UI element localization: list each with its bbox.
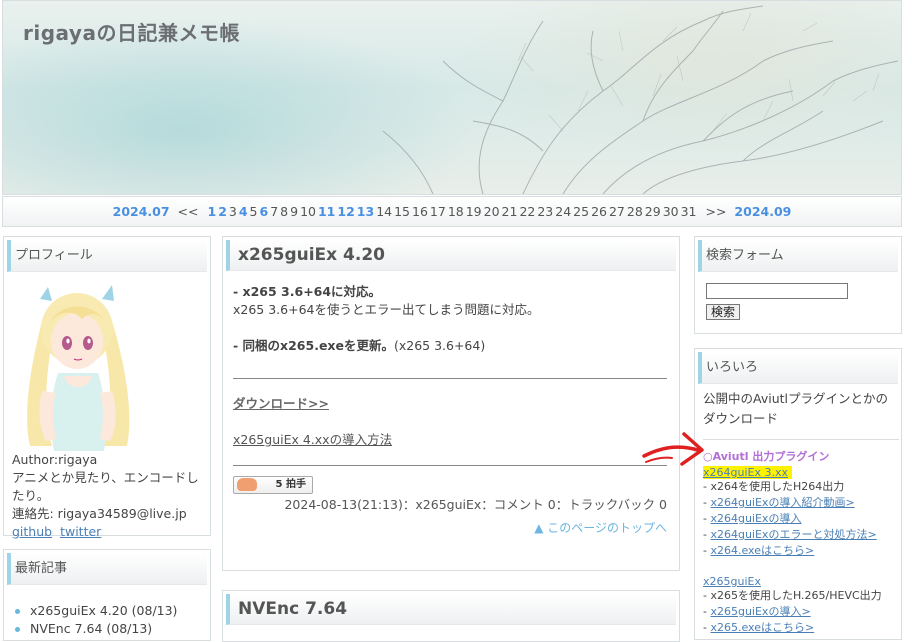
- calendar-day-18: 18: [447, 204, 464, 219]
- calendar-day-9: 9: [290, 204, 299, 219]
- list-item: - x264.exeはこちら>: [703, 544, 815, 557]
- search-title: 検索フォーム: [698, 240, 898, 272]
- calendar-day-6[interactable]: 6: [260, 204, 269, 219]
- x264-item-link[interactable]: x264guiExの導入: [710, 512, 801, 525]
- x264-item-link[interactable]: x264guiExのエラーと対処方法>: [710, 528, 876, 541]
- calendar-next-arrow: >>: [705, 204, 727, 219]
- calendar-day-27: 27: [608, 204, 625, 219]
- latest-title: 最新記事: [7, 553, 207, 585]
- calendar-day-17: 17: [429, 204, 446, 219]
- calendar-day-1[interactable]: 1: [207, 204, 216, 219]
- list-item: - x264guiExの導入紹介動画>: [703, 496, 855, 509]
- clap-count: 5: [275, 478, 283, 490]
- list-item: x265guiEx 4.20 (08/13): [12, 602, 177, 620]
- calendar-day-21: 21: [501, 204, 518, 219]
- calendar-day-8: 8: [280, 204, 289, 219]
- twitter-link[interactable]: twitter: [60, 524, 101, 539]
- calendar-day-10: 10: [300, 204, 316, 219]
- calendar-next-month[interactable]: 2024.09: [734, 204, 791, 219]
- latest-box: 最新記事 x265guiEx 4.20 (08/13) NVEnc 7.64 (…: [3, 549, 211, 641]
- calendar-day-29: 29: [644, 204, 661, 219]
- calendar-prev-month[interactable]: 2024.07: [113, 204, 170, 219]
- x265-description: - x265を使用したH.265/HEVC出力: [703, 589, 882, 602]
- calendar-day-4[interactable]: 4: [239, 204, 248, 219]
- clap-label: 拍手: [286, 478, 306, 490]
- clap-button[interactable]: 5 拍手: [233, 475, 313, 494]
- list-item: - x265.exeはこちら>: [703, 621, 815, 634]
- iroiro-content: 公開中のAviutlプラグインとかのダウンロード ○Aviutl 出力プラグイン…: [703, 389, 899, 636]
- iroiro-title: いろいろ: [698, 352, 898, 384]
- calendar-day-16: 16: [412, 204, 428, 219]
- iroiro-section-title: ○Aviutl 出力プラグイン: [703, 450, 830, 463]
- page-top-link[interactable]: ▲ このページのトップへ: [534, 521, 667, 535]
- calendar-day-19: 19: [465, 204, 482, 219]
- calendar-day-31: 31: [680, 204, 697, 219]
- iroiro-intro: 公開中のAviutlプラグインとかのダウンロード: [703, 389, 899, 440]
- clap-hand-icon: [237, 477, 257, 491]
- latest-list: x265guiEx 4.20 (08/13) NVEnc 7.64 (08/13…: [12, 602, 177, 638]
- calendar-day-20: 20: [483, 204, 500, 219]
- guide-link[interactable]: x265guiEx 4.xxの導入方法: [233, 432, 392, 447]
- article-box: x265guiEx 4.20 - x265 3.6+64に対応。 x265 3.…: [222, 236, 680, 571]
- article-line2-body: (x265 3.6+64): [393, 338, 486, 353]
- latest-link[interactable]: x265guiEx 4.20 (08/13): [30, 603, 177, 618]
- profile-contact: 連絡先: rigaya34589@live.jp: [12, 506, 187, 521]
- red-arrow-annotation: [642, 432, 704, 466]
- x264guiex-link[interactable]: x264guiEx 3.xx: [703, 466, 792, 479]
- calendar-day-14: 14: [376, 204, 393, 219]
- calendar-day-23: 23: [537, 204, 554, 219]
- calendar-day-28: 28: [626, 204, 643, 219]
- calendar-days: 1 2 3 4 5 6 7 8 9 10 11 12 13 14 15 16 17 18 19 20 21 22 23 24 2…: [206, 204, 697, 219]
- calendar-day-22: 22: [519, 204, 536, 219]
- x265-item-list: - x265を使用したH.265/HEVC出力 - x265guiExの導入> - …: [703, 588, 899, 636]
- calendar-day-13[interactable]: 13: [357, 204, 374, 219]
- list-item: - x265guiExの導入>: [703, 605, 811, 618]
- list-item: - x264guiExの導入: [703, 512, 802, 525]
- calendar-day-26: 26: [591, 204, 607, 219]
- calendar-day-12[interactable]: 12: [337, 204, 354, 219]
- calendar-day-5: 5: [249, 204, 258, 219]
- profile-box: プロフィール Author:rigaya アニメとか見たり、エンコードしたり。 …: [3, 236, 211, 539]
- calendar-day-15: 15: [394, 204, 410, 219]
- calendar-day-3: 3: [228, 204, 237, 219]
- list-item: - x264guiExのエラーと対処方法>: [703, 528, 877, 541]
- x265guiex-link[interactable]: x265guiEx: [703, 575, 761, 588]
- x264-item-list: - x264を使用したH264出力 - x264guiExの導入紹介動画> - x2…: [703, 479, 899, 559]
- profile-avatar: [27, 285, 130, 451]
- calendar-prev-arrow: <<: [177, 204, 199, 219]
- search-input[interactable]: [706, 283, 848, 299]
- article-body: - x265 3.6+64に対応。 x265 3.6+64を使うとエラー出てしま…: [233, 283, 667, 537]
- profile-text: Author:rigaya アニメとか見たり、エンコードしたり。 連絡先: ri…: [12, 451, 210, 541]
- x264-description: - x264を使用したH264出力: [703, 480, 845, 493]
- download-link[interactable]: ダウンロード>>: [233, 396, 329, 411]
- list-item: NVEnc 7.64 (08/13): [12, 620, 177, 638]
- calendar-bar: 2024.07 << 1 2 3 4 5 6 7 8 9 10 11 12 13 14 15 16 17 18 19…: [2, 196, 902, 227]
- article-line2-bold: - 同梱のx265.exeを更新。: [233, 338, 394, 353]
- latest-link[interactable]: NVEnc 7.64 (08/13): [30, 621, 152, 636]
- calendar-day-25: 25: [573, 204, 590, 219]
- x264-item-link[interactable]: x264.exeはこちら>: [710, 544, 814, 557]
- profile-bio: アニメとか見たり、エンコードしたり。: [12, 470, 199, 503]
- iroiro-box: いろいろ 公開中のAviutlプラグインとかのダウンロード ○Aviutl 出力…: [694, 348, 902, 640]
- site-title[interactable]: rigayaの日記兼メモ帳: [23, 17, 240, 46]
- calendar-day-11[interactable]: 11: [318, 204, 335, 219]
- article-title[interactable]: x265guiEx 4.20: [226, 240, 676, 271]
- search-button[interactable]: 検索: [706, 304, 741, 320]
- site-header: rigayaの日記兼メモ帳: [2, 0, 902, 195]
- calendar-day-7: 7: [270, 204, 279, 219]
- calendar-day-2[interactable]: 2: [218, 204, 227, 219]
- profile-title: プロフィール: [7, 240, 207, 272]
- profile-author: Author:rigaya: [12, 452, 98, 467]
- article-line1-bold: - x265 3.6+64に対応。: [233, 284, 382, 299]
- article-line1-body: x265 3.6+64を使うとエラー出てしまう問題に対応。: [233, 302, 540, 317]
- calendar-day-24: 24: [555, 204, 572, 219]
- search-box: 検索フォーム 検索: [694, 236, 902, 334]
- x265-item-link[interactable]: x265guiExの導入>: [710, 605, 810, 618]
- article-meta: 2024-08-13(21:13)：x265guiEx：コメント 0：トラックバ…: [284, 496, 667, 512]
- x264-item-link[interactable]: x264guiExの導入紹介動画>: [710, 496, 854, 509]
- calendar-day-30: 30: [662, 204, 679, 219]
- article2-title[interactable]: NVEnc 7.64: [226, 594, 676, 625]
- github-link[interactable]: github: [12, 524, 52, 539]
- article2-box: NVEnc 7.64: [222, 590, 680, 642]
